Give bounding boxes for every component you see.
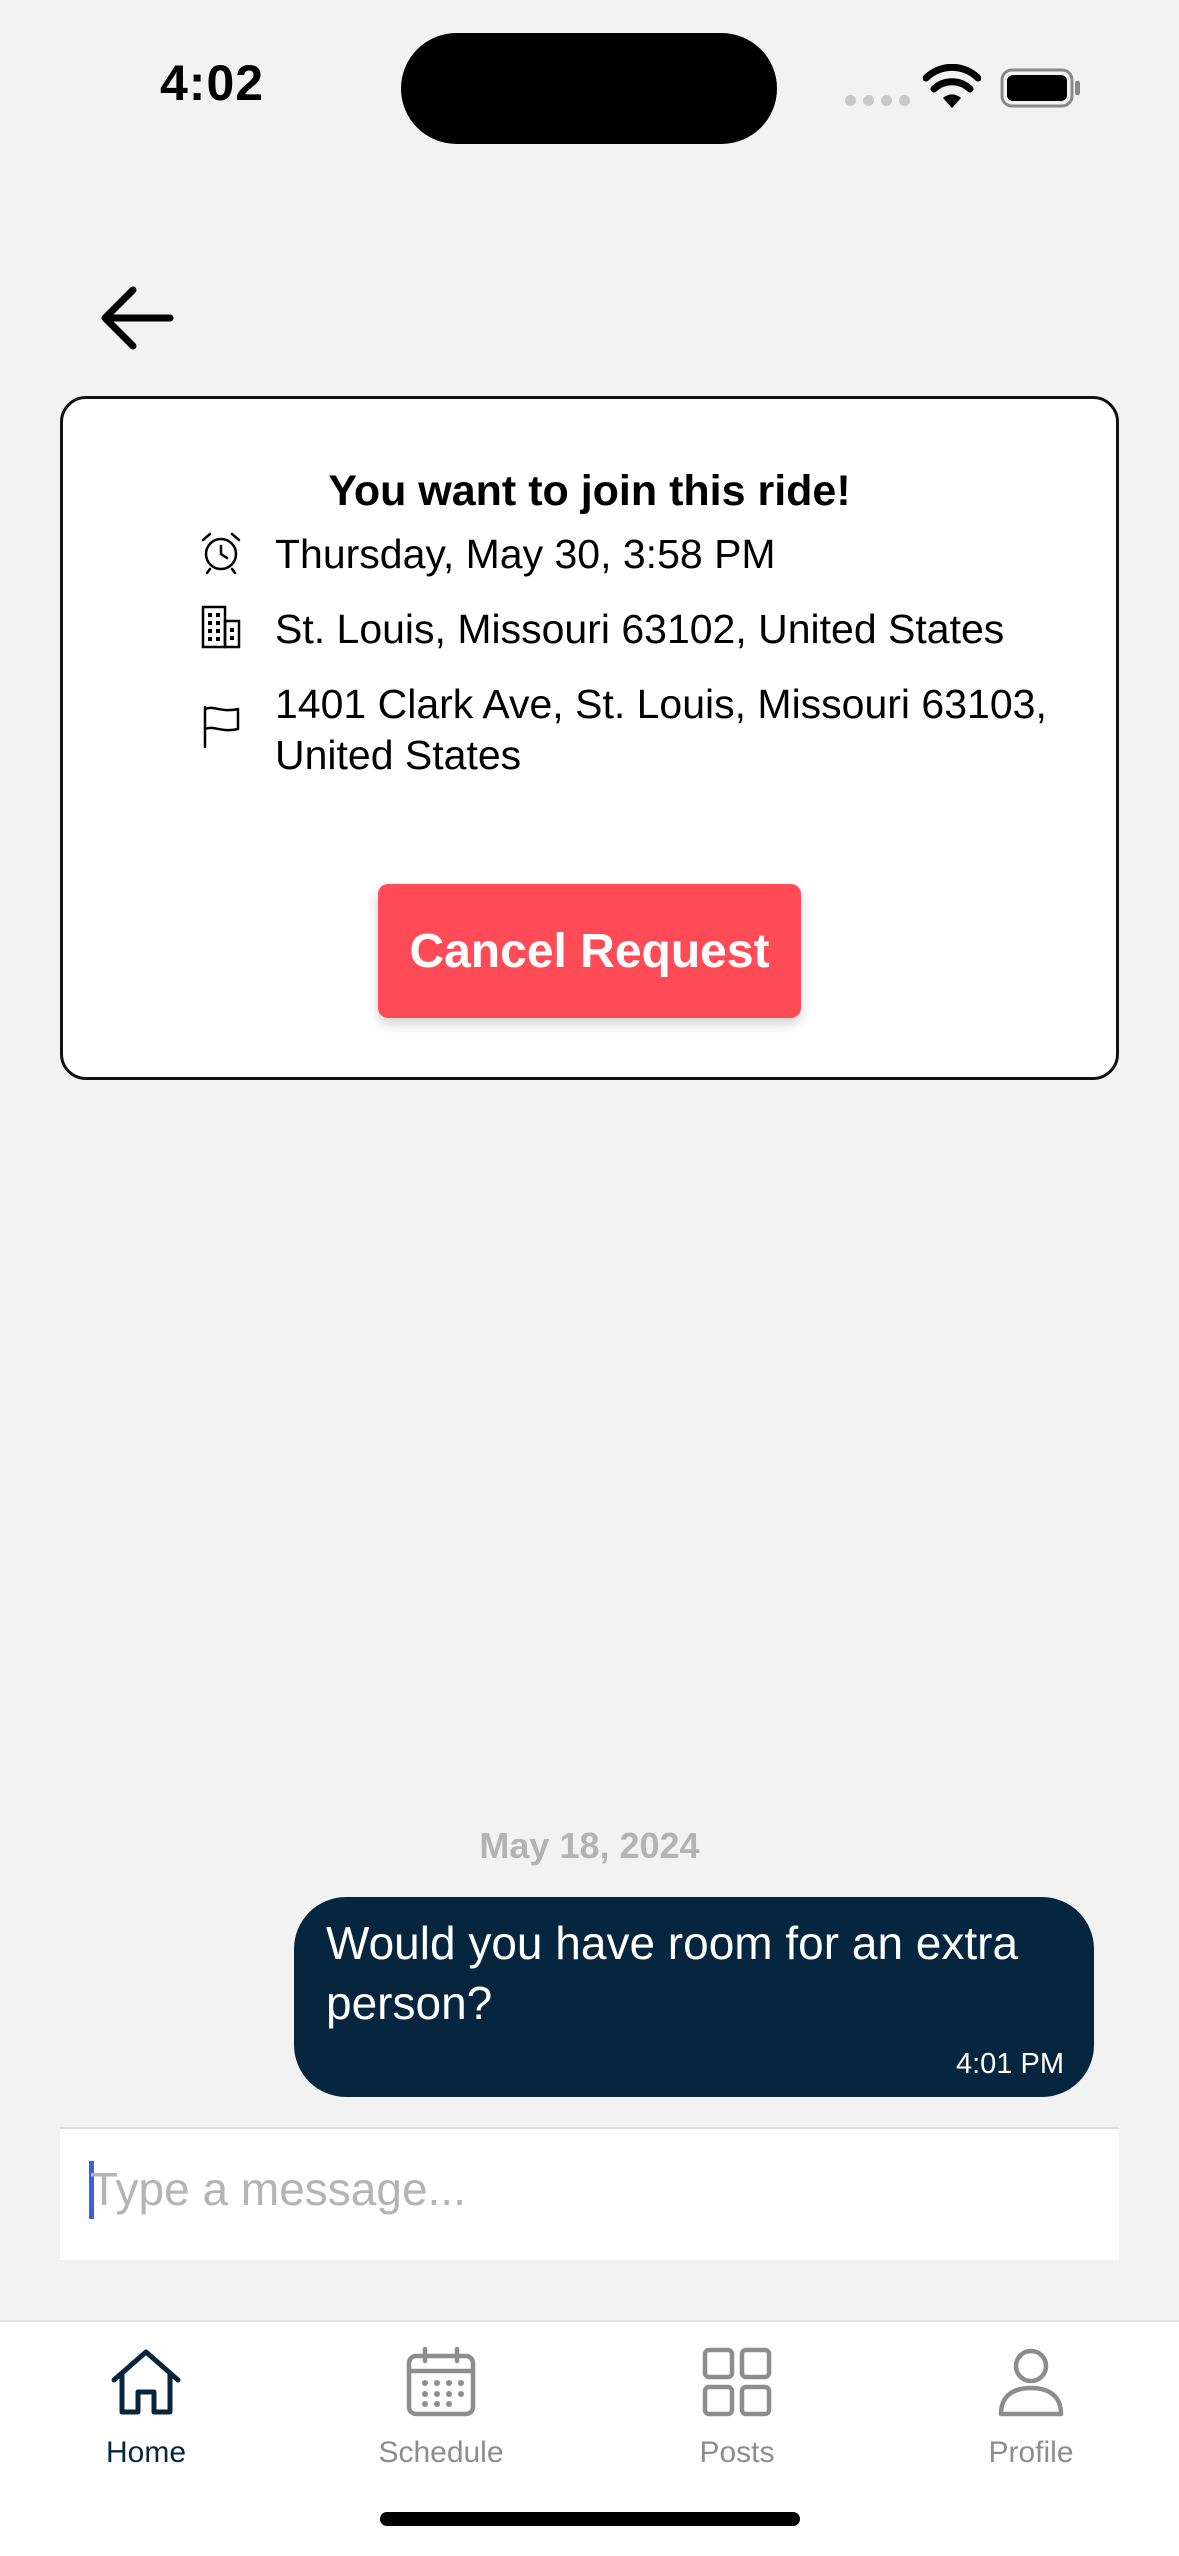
tab-schedule[interactable]: Schedule xyxy=(331,2342,551,2470)
chat-date-separator: May 18, 2024 xyxy=(479,1825,700,1866)
flag-icon xyxy=(203,705,240,749)
tab-posts[interactable]: Posts xyxy=(627,2342,847,2470)
alarm-clock-icon xyxy=(201,532,241,575)
ride-origin: St. Louis, Missouri 63102, United States xyxy=(275,606,1005,652)
message-timestamp: 4:01 PM xyxy=(956,2048,1064,2080)
dynamic-island xyxy=(401,33,777,144)
home-icon xyxy=(111,2349,181,2415)
tab-schedule-label: Schedule xyxy=(378,2436,504,2469)
message-input[interactable] xyxy=(90,2149,1090,2229)
ride-request-card: You want to join this ride! Thursday, Ma… xyxy=(60,396,1119,1080)
ride-datetime: Thursday, May 30, 3:58 PM xyxy=(275,531,776,577)
tab-home-label: Home xyxy=(105,2436,187,2469)
tab-posts-label: Posts xyxy=(699,2436,775,2469)
cancel-request-button[interactable]: Cancel Request xyxy=(378,884,801,1018)
ride-destination: 1401 Clark Ave, St. Louis, Missouri 6310… xyxy=(275,681,1047,778)
home-indicator xyxy=(380,2512,800,2526)
cellular-signal-icon xyxy=(845,95,910,106)
back-arrow-icon[interactable] xyxy=(95,278,180,358)
wifi-icon xyxy=(923,64,981,108)
tab-home[interactable]: Home xyxy=(36,2342,256,2470)
tab-profile[interactable]: Profile xyxy=(921,2342,1141,2470)
ride-datetime-row: Thursday, May 30, 3:58 PM xyxy=(198,529,776,580)
ride-origin-row: St. Louis, Missouri 63102, United States xyxy=(198,604,1004,655)
grid-icon xyxy=(702,2347,772,2417)
battery-icon xyxy=(1000,68,1080,108)
ride-card-title: You want to join this ride! xyxy=(328,467,851,515)
ride-destination-row: 1401 Clark Ave, St. Louis, Missouri 6310… xyxy=(198,679,1095,781)
tab-profile-label: Profile xyxy=(988,2436,1074,2469)
message-composer xyxy=(60,2127,1119,2260)
message-text: Would you have room for an extra person? xyxy=(326,1917,1019,2029)
building-icon xyxy=(201,605,241,649)
calendar-icon xyxy=(406,2346,476,2417)
person-icon xyxy=(998,2348,1064,2417)
outgoing-message-bubble: Would you have room for an extra person?… xyxy=(294,1897,1094,2097)
status-time: 4:02 xyxy=(160,55,265,111)
chat-screen: 4:02 You want to join this ride! Thursda… xyxy=(0,0,1179,2556)
